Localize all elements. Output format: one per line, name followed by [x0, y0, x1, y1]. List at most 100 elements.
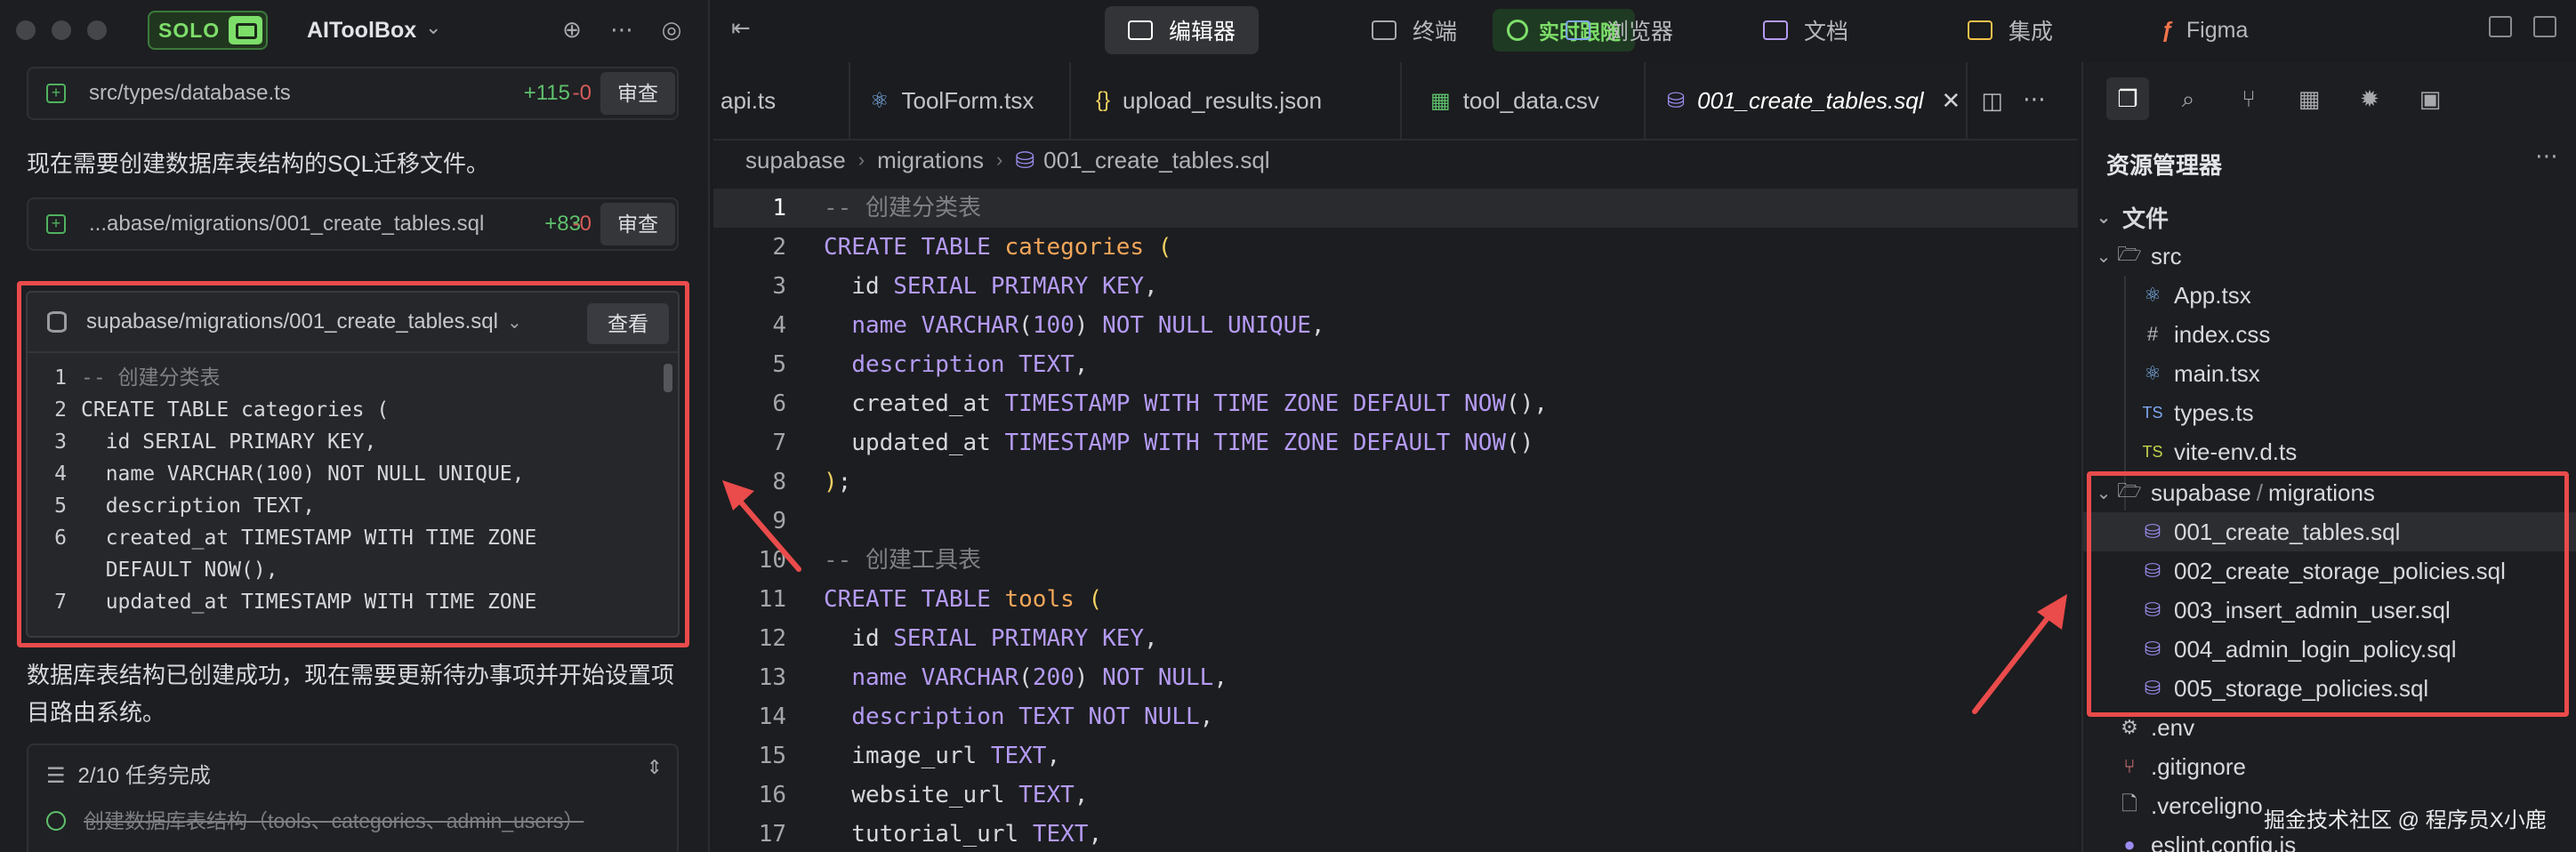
code-line: 3 id SERIAL PRIMARY KEY, [713, 267, 2078, 306]
code-line: 1 -- 创建分类表 [713, 189, 2078, 228]
tree-file[interactable]: ⚛ main.tsx [2083, 354, 2576, 393]
breadcrumb-item[interactable]: supabase [745, 147, 846, 174]
task-progress-card[interactable]: ☰ 2/10 任务完成 ⇕ 创建数据库表结构（tools、categories、a… [27, 743, 679, 852]
docs-icon [1763, 20, 1788, 40]
tab-terminal[interactable]: 终端 [1348, 6, 1480, 54]
editor-tab-bar: api.ts ⚛ ToolForm.tsx {} upload_results.js… [713, 62, 2078, 141]
code-line: 11 CREATE TABLE tools ( [713, 580, 2078, 619]
tree-item-label: eslint.config.js [2151, 831, 2297, 852]
tree-file[interactable]: ⑂ .gitignore [2083, 747, 2576, 786]
lines-added: +115 [523, 81, 570, 105]
line-number: 14 [758, 703, 786, 730]
task-progress-header: ☰ 2/10 任务完成 [46, 758, 211, 789]
window-minimize-button[interactable] [52, 20, 71, 40]
review-button[interactable]: 审查 [600, 72, 675, 115]
assistant-message: 现在需要创建数据库表结构的SQL迁移文件。 [27, 150, 490, 177]
code-line: 13 name VARCHAR(200) NOT NULL, [713, 658, 2078, 697]
sidebar-toggle-icon[interactable] [2533, 16, 2556, 37]
tree-file[interactable]: TS types.ts [2083, 393, 2576, 432]
split-editor-icon[interactable]: ◫ [1981, 87, 2003, 115]
task-item-label: 创建数据库表结构（tools、categories、admin_users） [84, 809, 584, 832]
tree-file[interactable]: # index.css [2083, 315, 2576, 354]
editor-tab-label: 001_create_tables.sql [1697, 86, 1924, 114]
css-icon: # [2146, 323, 2159, 345]
tab-label: 终端 [1413, 20, 1458, 44]
line-number: 4 [772, 312, 786, 339]
code-line: 5 description TEXT, [713, 345, 2078, 384]
tree-item-label: vite-env.d.ts [2174, 438, 2298, 465]
preview-icon[interactable]: ▣ [2409, 77, 2451, 120]
tree-item-label: .gitignore [2151, 752, 2246, 780]
annotation-arrow [1972, 594, 2067, 714]
tab-browser[interactable]: 浏览器 [1542, 6, 1696, 54]
code-line: 8); [713, 462, 2078, 502]
editor-tab[interactable]: ⚛ ToolForm.tsx [850, 62, 1071, 139]
react-icon: ⚛ [2144, 284, 2161, 306]
json-icon: {} [1096, 88, 1111, 112]
expand-collapse-icon[interactable]: ⇕ [647, 756, 663, 779]
more-icon[interactable]: ⋯ [607, 14, 637, 44]
tab-editor[interactable]: 编辑器 [1105, 6, 1260, 54]
more-icon[interactable]: ⋯ [2535, 142, 2558, 170]
close-icon[interactable]: ✕ [1942, 87, 1961, 115]
tab-figma[interactable]: ƒ Figma [2138, 6, 2271, 54]
debug-icon[interactable]: ✹ [2348, 77, 2391, 120]
source-control-icon[interactable]: ⑂ [2227, 77, 2270, 120]
added-file-icon: + [46, 84, 66, 103]
window-maximize-button[interactable] [87, 20, 107, 40]
chevron-down-icon[interactable]: ⌄ [425, 16, 441, 39]
ts-file-icon: TS [2142, 403, 2163, 422]
layout-icon[interactable] [2489, 16, 2512, 37]
explorer-section-files[interactable]: ⌄ 文件 [2083, 197, 2576, 237]
search-icon[interactable]: ⌕ [2167, 77, 2210, 120]
tree-folder-src[interactable]: ⌄ 🗁 src [2083, 237, 2576, 276]
editor-tab[interactable]: {} upload_results.json [1071, 62, 1402, 139]
extensions-icon[interactable]: ▦ [2288, 77, 2330, 120]
tree-file[interactable]: TS vite-env.d.ts [2083, 432, 2576, 471]
code-line: 10 -- 创建工具表 [713, 541, 2078, 580]
chevron-down-icon: ⌄ [2096, 246, 2112, 267]
tree-item-label: App.tsx [2174, 281, 2251, 309]
tab-label: Figma [2186, 17, 2249, 43]
tree-file[interactable]: ⚛ App.tsx [2083, 276, 2576, 315]
line-number: 2 [772, 234, 786, 261]
table-icon: ▦ [1430, 88, 1451, 113]
app-name[interactable]: AIToolBox [307, 18, 416, 44]
code-content[interactable]: 1 -- 创建分类表 2 CREATE TABLE categories ( 3 i… [713, 189, 2078, 852]
integrations-icon [1968, 20, 1992, 40]
code-line: 7 updated_at TIMESTAMP WITH TIME ZONE DE… [713, 423, 2078, 462]
folder-open-icon: 🗁 [2117, 243, 2142, 265]
editor-tab-label: api.ts [720, 86, 777, 114]
review-button[interactable]: 审查 [600, 203, 675, 245]
breadcrumb-item[interactable]: migrations [877, 147, 984, 174]
terminal-icon [1372, 20, 1397, 40]
annotation-highlight-box [2087, 471, 2569, 717]
database-icon: ⛁ [1015, 146, 1035, 173]
tree-item-label: main.tsx [2174, 359, 2260, 387]
chevron-down-icon: ⌄ [2096, 207, 2112, 228]
code-line: 15 image_url TEXT, [713, 736, 2078, 776]
solo-mode-toggle[interactable]: SOLO [148, 11, 269, 50]
explorer-panel: ❐ ⌕ ⑂ ▦ ✹ ▣ 资源管理器 ⋯ ⌄ 文件 ⌄ 🗁 src ⚛ App.tsx #… [2081, 62, 2576, 852]
react-icon: ⚛ [870, 88, 890, 113]
task-progress-count: 2/10 任务完成 [77, 764, 211, 788]
explorer-toolbar: ❐ ⌕ ⑂ ▦ ✹ ▣ [2083, 62, 2576, 135]
task-item-done: 创建数据库表结构（tools、categories、admin_users） [46, 804, 584, 834]
new-chat-icon[interactable]: ⊕ [557, 14, 587, 44]
editor-tab-active[interactable]: ⛁ 001_create_tables.sql ✕ [1646, 62, 1968, 139]
window-close-button[interactable] [16, 20, 36, 40]
lines-removed: -0 [572, 212, 592, 236]
editor-tab[interactable]: api.ts [713, 62, 850, 139]
check-circle-icon [46, 811, 66, 831]
more-icon[interactable]: ⋯ [2023, 85, 2046, 113]
tree-item-label: index.css [2174, 320, 2271, 348]
files-icon[interactable]: ❐ [2106, 77, 2149, 120]
editor-tab[interactable]: ▦ tool_data.csv [1402, 62, 1646, 139]
tab-docs[interactable]: 文档 [1740, 6, 1872, 54]
line-number: 17 [758, 821, 786, 848]
explorer-title: 资源管理器 [2106, 152, 2223, 179]
account-icon[interactable]: ◎ [656, 14, 687, 44]
tab-integrations[interactable]: 集成 [1944, 6, 2076, 54]
breadcrumb-item[interactable]: 001_create_tables.sql [1043, 147, 1269, 174]
collapse-panel-icon[interactable]: ⇤ [731, 14, 751, 42]
